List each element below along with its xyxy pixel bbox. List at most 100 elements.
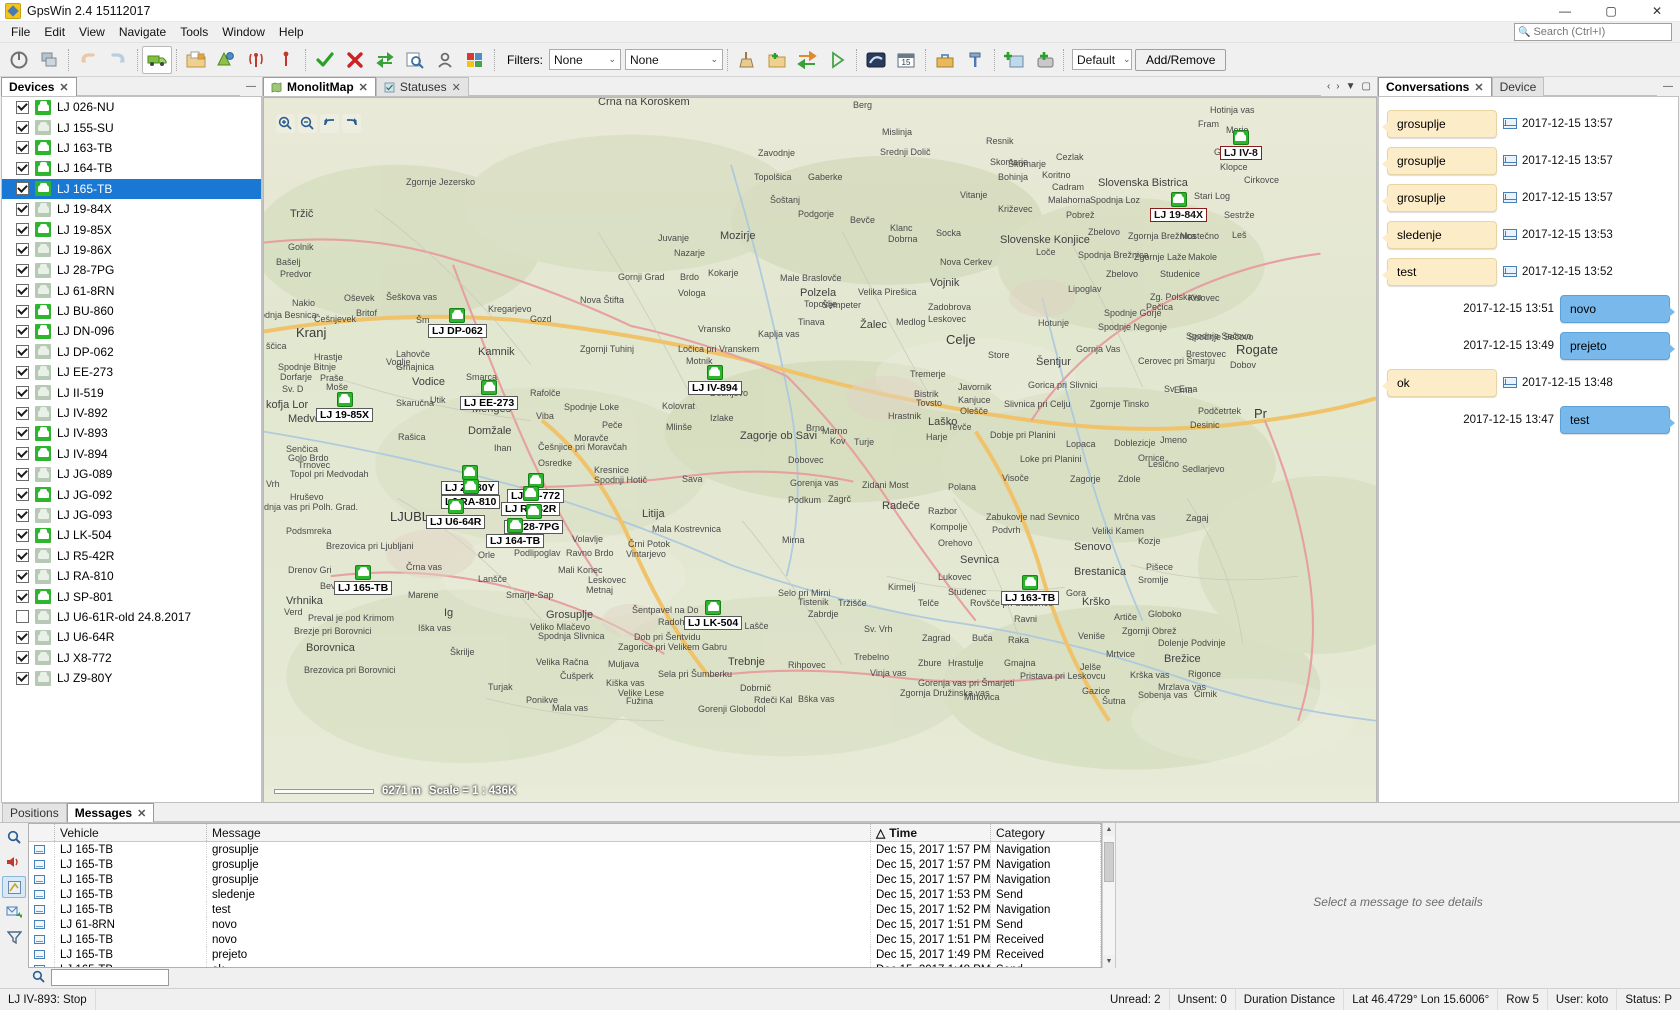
- scroll-up-icon[interactable]: ▲: [1103, 823, 1115, 836]
- device-checkbox[interactable]: [16, 590, 29, 604]
- map-vehicle-marker[interactable]: LJ 163-TB: [1001, 575, 1060, 605]
- redo-view-icon[interactable]: [342, 114, 361, 133]
- tab-positions[interactable]: Positions: [2, 803, 67, 822]
- message-row[interactable]: LJ 165-TB sledenje Dec 15, 2017 1:53 PM Sen…: [29, 887, 1101, 903]
- message-bubble-outgoing[interactable]: test: [1560, 405, 1675, 434]
- device-checkbox[interactable]: [16, 121, 29, 135]
- toolbox-icon[interactable]: [930, 46, 960, 74]
- tab-statuses[interactable]: Statuses ✕: [375, 77, 469, 96]
- conversation-message-row[interactable]: 2017-12-15 13:51 novo: [1379, 290, 1678, 327]
- find-icon[interactable]: [32, 970, 45, 986]
- device-checkbox[interactable]: [16, 426, 29, 440]
- message-bubble-incoming[interactable]: sledenje: [1382, 220, 1497, 249]
- device-list-item[interactable]: LJ DP-062: [2, 342, 261, 362]
- colors-icon[interactable]: [460, 46, 490, 74]
- map-vehicle-marker[interactable]: LJ IV-8: [1220, 130, 1262, 160]
- messages-scrollbar[interactable]: ▲ ▼: [1102, 823, 1115, 968]
- device-checkbox[interactable]: [16, 651, 29, 665]
- device-checkbox[interactable]: [16, 386, 29, 400]
- close-icon[interactable]: ✕: [1474, 81, 1483, 94]
- device-checkbox[interactable]: [16, 671, 29, 685]
- device-checkbox[interactable]: [16, 569, 29, 583]
- confirm-check-icon[interactable]: [310, 46, 340, 74]
- device-list-item[interactable]: LJ IV-892: [2, 403, 261, 423]
- conversation-message-row[interactable]: sledenje 2017-12-15 13:53: [1379, 216, 1678, 253]
- devices-list[interactable]: LJ 026-NU LJ 155-SU LJ 163-TB LJ 164-TB LJ 1…: [1, 97, 262, 803]
- conversation-message-row[interactable]: test 2017-12-15 13:52: [1379, 253, 1678, 290]
- device-checkbox[interactable]: [16, 263, 29, 277]
- device-checkbox[interactable]: [16, 182, 29, 196]
- map-vehicle-marker[interactable]: LJ IV-894: [688, 365, 742, 395]
- zoom-out-icon[interactable]: [298, 114, 317, 133]
- device-list-item[interactable]: LJ DN-096: [2, 321, 261, 341]
- device-list-item[interactable]: LJ RA-810: [2, 566, 261, 586]
- device-checkbox[interactable]: [16, 365, 29, 379]
- device-list-item[interactable]: LJ R5-42R: [2, 546, 261, 566]
- menu-help[interactable]: Help: [272, 23, 311, 41]
- tab-messages[interactable]: Messages ✕: [66, 803, 155, 822]
- device-list-item[interactable]: LJ II-519: [2, 382, 261, 402]
- minimize-panel-icon[interactable]: —: [246, 81, 256, 92]
- pin-icon[interactable]: [271, 46, 301, 74]
- device-list-item[interactable]: LJ 28-7PG: [2, 260, 261, 280]
- device-list-item[interactable]: LJ JG-092: [2, 484, 261, 504]
- minimize-panel-icon[interactable]: —: [1663, 81, 1673, 92]
- play-icon[interactable]: [822, 46, 852, 74]
- find-input[interactable]: [51, 969, 169, 987]
- tab-devices[interactable]: Devices ✕: [1, 77, 77, 96]
- message-bubble-incoming[interactable]: grosuplje: [1382, 146, 1497, 175]
- device-list-item[interactable]: LJ 19-85X: [2, 219, 261, 239]
- device-checkbox[interactable]: [16, 508, 29, 522]
- device-list-item[interactable]: LJ BU-860: [2, 301, 261, 321]
- message-bubble-outgoing[interactable]: prejeto: [1560, 331, 1675, 360]
- message-row[interactable]: LJ 165-TB grosuplje Dec 15, 2017 1:57 PM Na…: [29, 842, 1101, 858]
- redo-icon[interactable]: [103, 46, 133, 74]
- device-checkbox[interactable]: [16, 243, 29, 257]
- message-bubble-incoming[interactable]: grosuplje: [1382, 109, 1497, 138]
- sound-alert-icon[interactable]: [2, 851, 26, 873]
- refresh-swap-icon[interactable]: [370, 46, 400, 74]
- undo-icon[interactable]: [73, 46, 103, 74]
- map-vehicle-marker[interactable]: LJ 19-85X: [316, 392, 374, 422]
- export-report-icon[interactable]: [2, 876, 26, 898]
- menu-file[interactable]: File: [4, 23, 37, 41]
- close-icon[interactable]: ✕: [59, 81, 68, 94]
- scrollbar-track[interactable]: [1103, 836, 1115, 955]
- device-list-item[interactable]: LJ 155-SU: [2, 117, 261, 137]
- device-checkbox[interactable]: [16, 223, 29, 237]
- conversation-message-row[interactable]: ok 2017-12-15 13:48: [1379, 364, 1678, 401]
- device-checkbox[interactable]: [16, 161, 29, 175]
- tab-list-icon[interactable]: ▼: [1346, 81, 1356, 92]
- maximize-button[interactable]: ▢: [1588, 0, 1634, 22]
- user-icon[interactable]: [430, 46, 460, 74]
- message-row[interactable]: LJ 165-TB grosuplje Dec 15, 2017 1:57 PM Na…: [29, 857, 1101, 873]
- broom-clean-icon[interactable]: [732, 46, 762, 74]
- add-image-icon[interactable]: [999, 46, 1029, 74]
- device-checkbox[interactable]: [16, 202, 29, 216]
- antenna-icon[interactable]: [241, 46, 271, 74]
- vehicle-truck-icon[interactable]: [142, 45, 172, 74]
- device-list-item[interactable]: LJ X8-772: [2, 648, 261, 668]
- tab-conversations[interactable]: Conversations ✕: [1378, 77, 1492, 96]
- prev-tab-icon[interactable]: ‹: [1327, 81, 1330, 92]
- message-bubble-incoming[interactable]: ok: [1382, 368, 1497, 397]
- device-list-item[interactable]: LJ JG-093: [2, 505, 261, 525]
- menu-navigate[interactable]: Navigate: [112, 23, 173, 41]
- device-list-item[interactable]: LJ U6-61R-old 24.8.2017: [2, 607, 261, 627]
- open-folder-icon[interactable]: [181, 46, 211, 74]
- scroll-down-icon[interactable]: ▼: [1103, 954, 1115, 968]
- column-header-icon[interactable]: [29, 824, 55, 842]
- tab-monolitmap[interactable]: MonolitMap ✕: [263, 77, 376, 96]
- messages-table[interactable]: Vehicle Message △ Time Category LJ 165-TB gro…: [28, 823, 1102, 968]
- device-checkbox[interactable]: [16, 549, 29, 563]
- add-remove-button[interactable]: Add/Remove: [1135, 48, 1227, 71]
- device-list-item[interactable]: LJ 19-84X: [2, 199, 261, 219]
- add-server-icon[interactable]: [1029, 46, 1059, 74]
- device-checkbox[interactable]: [16, 528, 29, 542]
- menu-window[interactable]: Window: [215, 23, 272, 41]
- map-marker-icon[interactable]: [211, 46, 241, 74]
- minimize-button[interactable]: —: [1542, 0, 1588, 22]
- add-folder-icon[interactable]: [762, 46, 792, 74]
- scrollbar-thumb[interactable]: [1104, 842, 1114, 882]
- power-toggle-icon[interactable]: [4, 46, 34, 74]
